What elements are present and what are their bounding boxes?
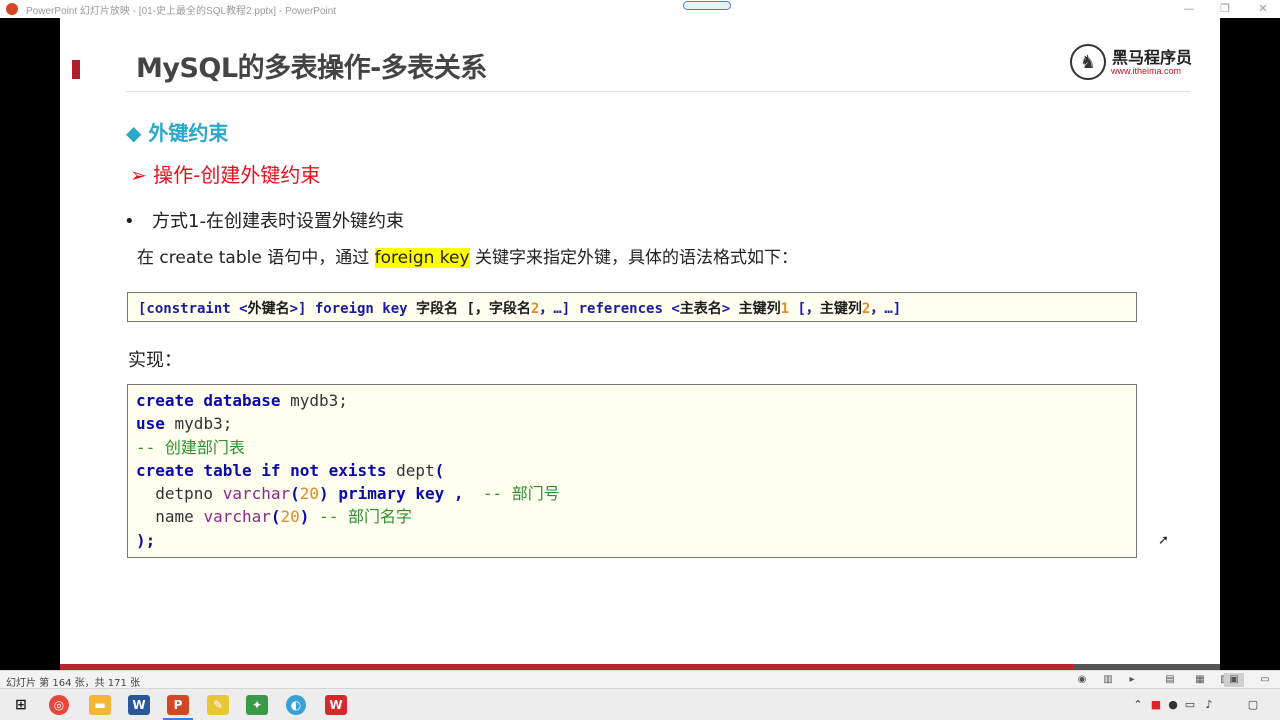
code-token: ( <box>290 484 300 504</box>
bullet-item: • 方式1-在创建表时设置外键约束 <box>124 207 404 233</box>
windows-taskbar: ⊞ ◎ ▬ W P ✎ ✦ ◐ W ⌃ ■ ● ▭ ♪ ▢ <box>0 688 1280 720</box>
syntax-box: [constraint <外键名>] foreign key 字段名 [，字段名… <box>127 292 1137 322</box>
code-token: primary key , <box>328 484 464 504</box>
title-divider <box>126 91 1190 92</box>
close-button[interactable]: ✕ <box>1256 2 1270 15</box>
intro-paragraph: 在 create table 语句中，通过 foreign key 关键字来指定… <box>137 243 798 268</box>
image-editor-icon[interactable]: ✦ <box>246 695 268 715</box>
subsection-heading: ➢ 操作-创建外键约束 <box>130 163 321 187</box>
intro-text-after: 关键字来指定外键，具体的语法格式如下： <box>469 248 798 268</box>
next-slide-icon[interactable]: ▸ <box>1125 673 1139 687</box>
microphone-icon[interactable]: ● <box>1167 697 1179 713</box>
intro-text-before: 在 create table 语句中，通过 <box>137 248 375 268</box>
code-token: name <box>136 507 204 527</box>
window-title-bar: PowerPoint 幻灯片放映 - [01-史上最全的SQL教程2.pptx]… <box>0 0 1280 18</box>
browser-icon[interactable]: ◐ <box>286 695 306 715</box>
word-icon[interactable]: W <box>128 695 150 715</box>
code-line: create database mydb3; <box>136 389 1128 412</box>
code-token: ); <box>136 530 156 550</box>
mouse-pointer-icon: ➚ <box>1158 533 1169 548</box>
slide-menu-icon[interactable]: ▥ <box>1101 673 1115 687</box>
code-token: detpno <box>136 484 223 504</box>
code-token: mydb3; <box>164 414 233 434</box>
code-token: create database <box>136 391 281 410</box>
code-comment: -- 创建部门表 <box>136 437 245 457</box>
code-token: create table if not exists <box>136 460 387 480</box>
title-accent-bar <box>72 60 80 79</box>
wps-icon[interactable]: W <box>325 695 347 715</box>
implementation-label: 实现： <box>128 350 182 371</box>
code-token: ( <box>434 460 445 480</box>
code-line: ); <box>136 529 1128 552</box>
slideshow-toolbar-pill[interactable] <box>683 1 731 10</box>
powerpoint-icon <box>6 3 18 15</box>
syntax-part: ，…] <box>870 301 902 317</box>
notification-icon[interactable]: ▢ <box>1246 697 1260 713</box>
code-token: 20 <box>280 507 300 527</box>
fit-window-icon[interactable]: ▭ <box>1258 673 1272 687</box>
horse-logo-icon: ♞ <box>1070 44 1106 80</box>
window-title: PowerPoint 幻灯片放映 - [01-史上最全的SQL教程2.pptx]… <box>26 5 337 17</box>
code-line: detpno varchar(20) primary key , -- 部门号 <box>136 482 1128 505</box>
syntax-part: ，…] references < <box>539 301 680 317</box>
status-bar: 幻灯片 第 164 张，共 171 张 ◉ ▥ ▸ ▤ ▦ ▧ ▣ ▭ <box>0 670 1280 689</box>
chrome-icon[interactable]: ◎ <box>49 695 69 715</box>
powerpoint-taskbar-icon[interactable]: P <box>163 695 193 720</box>
logo-url: www.itheima.com <box>1111 66 1182 76</box>
section-heading: ◆ 外键约束 <box>126 121 229 145</box>
code-token: varchar <box>222 484 291 504</box>
code-line: create table if not exists dept( <box>136 459 1128 482</box>
code-token: use <box>136 414 165 434</box>
code-token: 20 <box>299 484 320 504</box>
slide-sorter-icon[interactable]: ▦ <box>1193 673 1207 687</box>
bullet-dot: • <box>124 211 135 232</box>
previous-slide-icon[interactable]: ◉ <box>1075 673 1089 687</box>
intro-highlight: foreign key <box>374 248 470 268</box>
itheima-logo: ♞ 黑马程序员 www.itheima.com <box>1070 42 1195 82</box>
tray-expand-icon[interactable]: ⌃ <box>1132 697 1144 713</box>
left-letterbox <box>0 18 60 664</box>
code-token: ( <box>270 507 281 527</box>
volume-icon[interactable]: ♪ <box>1202 697 1216 713</box>
syntax-part: 字段名 [，字段名 <box>416 301 531 317</box>
syntax-part: [， <box>789 301 820 317</box>
code-token: mydb3; <box>280 391 348 410</box>
normal-view-icon[interactable]: ▤ <box>1163 673 1177 687</box>
minimize-button[interactable]: — <box>1182 2 1196 15</box>
syntax-part: >] foreign key <box>289 301 417 317</box>
code-block: create database mydb3; use mydb3; -- 创建部门表… <box>127 384 1137 558</box>
code-token: varchar <box>203 507 271 527</box>
syntax-part: 1 <box>780 301 790 317</box>
start-menu-icon[interactable]: ⊞ <box>10 695 32 715</box>
page-title: MySQL的多表操作-多表关系 <box>136 53 487 84</box>
code-token: dept <box>386 460 435 480</box>
syntax-part: [constraint < <box>138 301 248 317</box>
bullet-text: 方式1-在创建表时设置外键约束 <box>152 211 404 232</box>
right-letterbox <box>1220 18 1280 664</box>
file-explorer-icon[interactable]: ▬ <box>89 695 111 715</box>
logo-brand-text: 黑马程序员 <box>1112 48 1193 67</box>
syntax-part: 主键列 <box>819 301 862 317</box>
syntax-part: 外键名 <box>247 301 290 317</box>
code-comment: -- 部门名字 <box>309 507 412 527</box>
slideshow-view-icon[interactable]: ▣ <box>1224 673 1244 687</box>
network-icon[interactable]: ▭ <box>1184 697 1196 713</box>
code-line: name varchar(20) -- 部门名字 <box>136 505 1128 528</box>
pen-tool-icon[interactable]: ✎ <box>207 695 229 715</box>
code-line: -- 创建部门表 <box>136 436 1128 459</box>
code-line: use mydb3; <box>136 412 1128 435</box>
syntax-part: 主键列 <box>738 301 781 317</box>
code-token: ) <box>299 507 310 527</box>
slide-counter: 幻灯片 第 164 张，共 171 张 <box>6 678 141 689</box>
slide[interactable]: MySQL的多表操作-多表关系 ♞ 黑马程序员 www.itheima.com … <box>60 18 1220 664</box>
syntax-part: 主表名 <box>679 301 722 317</box>
restore-button[interactable]: ❐ <box>1218 2 1232 15</box>
code-token: ) <box>319 484 329 504</box>
tray-app-icon[interactable]: ■ <box>1150 697 1162 713</box>
syntax-part: > <box>721 301 739 317</box>
code-comment: -- 部门号 <box>463 484 560 504</box>
